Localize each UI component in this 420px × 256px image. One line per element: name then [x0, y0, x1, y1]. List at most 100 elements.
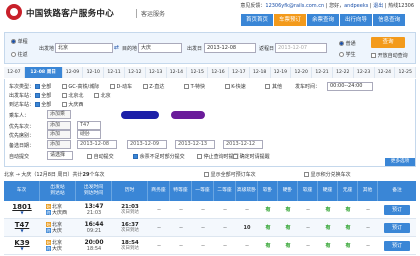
swap-icon[interactable]: ⇄: [114, 45, 120, 51]
book-button[interactable]: 预订: [384, 205, 410, 215]
type-option[interactable]: 全部: [34, 83, 51, 90]
date-tab[interactable]: 12-14: [166, 67, 188, 78]
passenger-chip[interactable]: [171, 111, 205, 119]
date-tab[interactable]: 12-22: [332, 67, 354, 78]
time-cell: 20:00 18:54: [84, 239, 104, 253]
filter-note[interactable]: 显示全部可预订车次: [204, 171, 256, 178]
add-seat-input[interactable]: 添加: [47, 130, 71, 139]
oneway-option[interactable]: 单程: [11, 38, 28, 45]
date-tab[interactable]: 12-19: [270, 67, 292, 78]
from-input[interactable]: 北京: [55, 43, 113, 53]
seat-cell: --: [157, 225, 161, 231]
student-radio[interactable]: [339, 52, 344, 57]
option-confirm[interactable]: 确定时请提醒: [233, 153, 270, 160]
adult-option[interactable]: 普通: [339, 40, 356, 47]
add-date-input[interactable]: 添加: [47, 140, 71, 149]
passenger-row: 乘车人：: [9, 113, 30, 119]
roundtrip-radio[interactable]: [11, 52, 16, 57]
col-header[interactable]: 车次: [4, 181, 40, 201]
date-tab[interactable]: 12-07: [4, 67, 25, 78]
adult-radio[interactable]: [339, 41, 344, 46]
auto-query-checkbox[interactable]: [371, 53, 376, 58]
more-options-button[interactable]: 更多选项: [385, 158, 415, 166]
logout-link[interactable]: 退出: [373, 3, 383, 9]
add-train-input[interactable]: 添加: [47, 121, 71, 130]
date-tab[interactable]: 12-23: [353, 67, 375, 78]
return-input[interactable]: 2013-12-07: [275, 43, 327, 53]
query-button[interactable]: 查询: [371, 37, 405, 48]
pref-date[interactable]: 2013-12-09: [127, 140, 167, 149]
to-input[interactable]: 大庆: [138, 43, 182, 53]
arr-option[interactable]: 全部: [34, 101, 51, 108]
dep-option[interactable]: 北京北: [61, 92, 83, 99]
date-tab[interactable]: 12-24: [374, 67, 396, 78]
date-tab[interactable]: 12-18: [249, 67, 271, 78]
col-header[interactable]: 出发时间 到达时间: [76, 181, 112, 201]
chevron-down-icon[interactable]: ▼: [20, 228, 23, 234]
type-option[interactable]: Z-直达: [142, 83, 164, 90]
date-tab[interactable]: 12-25: [395, 67, 417, 78]
date-tab[interactable]: 12-21: [312, 67, 333, 78]
book-button[interactable]: 预订: [384, 241, 410, 251]
date-tab-selected[interactable]: 12-08 周日: [24, 67, 63, 78]
date-tab[interactable]: 12-16: [208, 67, 229, 78]
type-option[interactable]: T-特快: [184, 83, 205, 90]
search-bar: 单程 往返 出发地 北京 ⇄ 目的地 大庆 出发日 2013-12-08 返程日…: [4, 32, 416, 64]
nav-info[interactable]: 信息查询: [373, 14, 406, 26]
chevron-down-icon[interactable]: ▼: [20, 210, 23, 216]
train-tag[interactable]: T47: [77, 121, 101, 130]
date-tab[interactable]: 12-15: [187, 67, 209, 78]
date-tab[interactable]: 12-10: [83, 67, 105, 78]
date-tab[interactable]: 12-12: [124, 67, 146, 78]
pref-date[interactable]: 2013-12-08: [77, 140, 117, 149]
student-option[interactable]: 学生: [339, 51, 356, 58]
arr-station-row: 到达车站： 全部 大庆西: [9, 101, 84, 108]
pref-date[interactable]: 2013-12-13: [175, 140, 215, 149]
dep-station-row: 出发车站： 全部 北京北 北京: [9, 92, 111, 99]
chevron-down-icon[interactable]: ▼: [20, 246, 23, 252]
nav-remaining[interactable]: 余票查询: [307, 14, 340, 26]
add-passenger-input[interactable]: 添加乘: [47, 110, 71, 119]
col-header[interactable]: 出发站 到达站: [40, 181, 76, 201]
date-tab[interactable]: 12-17: [228, 67, 250, 78]
option-auto[interactable]: 自动提交: [87, 153, 114, 160]
nav-booking[interactable]: 车票预订: [274, 14, 307, 26]
time-select[interactable]: 00:00--24:00: [327, 82, 373, 91]
book-button[interactable]: 预订: [384, 223, 410, 233]
arr-option[interactable]: 大庆西: [61, 101, 83, 108]
date-tab[interactable]: 12-20: [291, 67, 313, 78]
seat-tag[interactable]: 硬卧: [77, 130, 101, 139]
date-tab[interactable]: 12-13: [145, 67, 167, 78]
seat-cell: --: [306, 207, 310, 213]
type-option[interactable]: K-快速: [224, 83, 246, 90]
roundtrip-option[interactable]: 往返: [11, 51, 28, 58]
passenger-chip[interactable]: [121, 111, 159, 119]
nav-guide[interactable]: 出行向导: [340, 14, 373, 26]
auto-query-option[interactable]: 开放自动查询: [371, 52, 408, 59]
col-header: 备注: [392, 188, 402, 193]
feedback-email[interactable]: 12306yfk@rails.com.cn: [265, 3, 324, 9]
time-cell: 13:47 21:03: [84, 203, 104, 217]
type-option[interactable]: 其他: [265, 83, 282, 90]
date-tab[interactable]: 12-09: [62, 67, 84, 78]
type-option[interactable]: GC-高铁/城际: [61, 83, 99, 90]
option-partial[interactable]: 余票不足时部分提交: [133, 153, 185, 160]
oneway-radio[interactable]: [11, 39, 16, 44]
username-link[interactable]: andpeeks: [344, 3, 368, 9]
submit-select[interactable]: 请选择: [47, 151, 73, 160]
date-input[interactable]: 2013-12-08: [204, 43, 256, 53]
sort-note[interactable]: 显示积分兑换车次: [304, 171, 351, 178]
train-cell[interactable]: 1801 ▼: [4, 201, 40, 219]
dep-option[interactable]: 北京: [94, 92, 111, 99]
type-option[interactable]: D-动车: [109, 83, 132, 90]
col-header[interactable]: 历时: [112, 181, 148, 201]
dep-option[interactable]: 全部: [34, 92, 51, 99]
to-label: 目的地: [122, 46, 138, 52]
date-tab[interactable]: 12-11: [104, 67, 125, 78]
book-cell: 预订: [378, 219, 416, 237]
pref-date[interactable]: 2013-12-12: [223, 140, 263, 149]
train-cell[interactable]: T47 ▼: [4, 219, 40, 237]
col-header: 软座: [298, 181, 318, 201]
nav-home[interactable]: 首页首页: [241, 14, 274, 26]
train-cell[interactable]: K39 ▼: [4, 237, 40, 255]
